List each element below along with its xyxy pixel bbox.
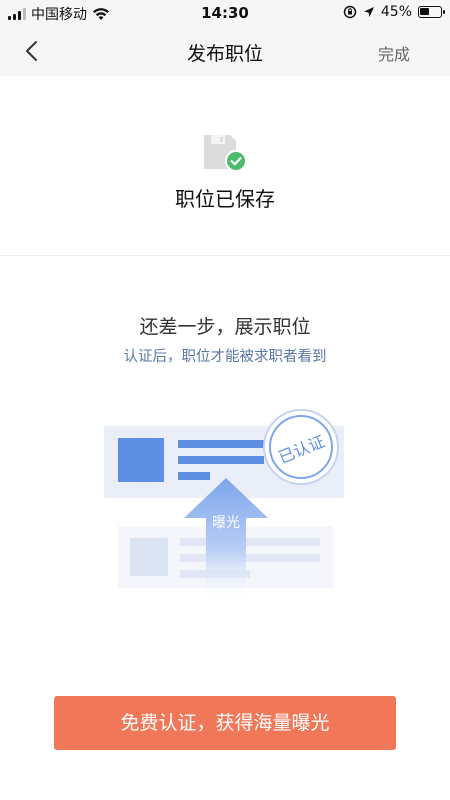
saved-status-text: 职位已保存 bbox=[175, 187, 275, 211]
step-subtitle: 认证后，职位才能被求职者看到 bbox=[123, 349, 327, 365]
verification-illustration: 曝光 已认证 bbox=[100, 408, 350, 598]
battery-percent: 45% bbox=[380, 4, 412, 20]
screen: 中国移动 14:30 45% 发布职位 完成 职位已保存 还差一步，展示职位 认… bbox=[0, 0, 450, 800]
exposure-label: 曝光 bbox=[212, 515, 240, 531]
card-thumb bbox=[118, 438, 164, 482]
free-verification-button[interactable]: 免费认证，获得海量曝光 bbox=[54, 696, 396, 750]
done-button[interactable]: 完成 bbox=[378, 41, 410, 65]
status-bar: 中国移动 14:30 45% bbox=[0, 0, 450, 26]
section-divider bbox=[0, 255, 450, 256]
battery-fill bbox=[420, 8, 429, 15]
card-line bbox=[178, 440, 264, 448]
location-icon bbox=[363, 7, 374, 17]
chevron-left-icon bbox=[26, 41, 37, 61]
battery-icon bbox=[418, 6, 445, 18]
card-thumb bbox=[130, 538, 168, 576]
exposure-arrow-icon bbox=[184, 478, 268, 598]
back-button[interactable] bbox=[18, 38, 44, 64]
status-right: 45% bbox=[343, 4, 445, 20]
saved-document-check-icon bbox=[204, 135, 247, 172]
orientation-lock-icon bbox=[343, 5, 357, 19]
step-title: 还差一步，展示职位 bbox=[139, 316, 311, 338]
card-line bbox=[178, 456, 264, 464]
nav-bar: 发布职位 完成 bbox=[0, 26, 450, 76]
